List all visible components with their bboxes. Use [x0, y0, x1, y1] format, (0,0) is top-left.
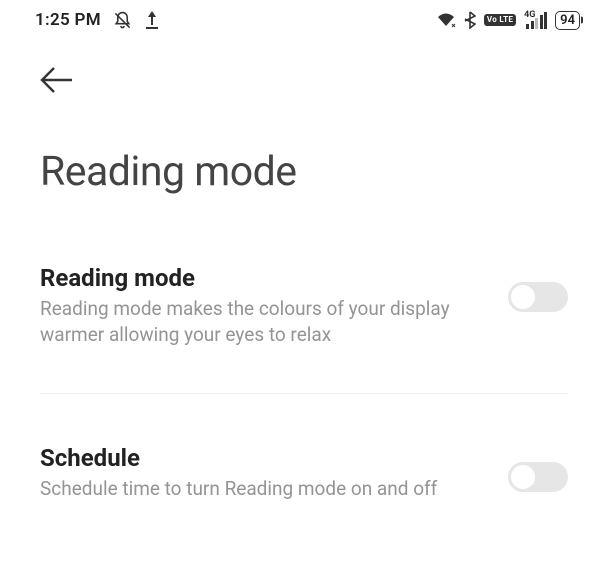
divider	[40, 393, 568, 394]
toggle-knob	[511, 465, 535, 489]
setting-text: Schedule Schedule time to turn Reading m…	[40, 444, 508, 502]
toggle-knob	[511, 285, 535, 309]
network-type: 4G	[524, 10, 535, 20]
battery-level: 94	[560, 13, 575, 28]
setting-text: Reading mode Reading mode makes the colo…	[40, 264, 508, 347]
status-bar: 1:25 PM	[0, 0, 600, 36]
volte-text: Vo LTE	[487, 15, 513, 24]
setting-description: Reading mode makes the colours of your d…	[40, 296, 488, 347]
setting-schedule[interactable]: Schedule Schedule time to turn Reading m…	[0, 444, 600, 502]
bluetooth-icon	[464, 11, 476, 29]
setting-description: Schedule time to turn Reading mode on an…	[40, 476, 488, 502]
setting-title: Schedule	[40, 444, 488, 472]
back-button[interactable]	[40, 66, 80, 106]
signal-indicator: 4G	[524, 11, 547, 29]
reading-mode-toggle[interactable]	[508, 282, 568, 312]
page-title: Reading mode	[40, 148, 600, 196]
setting-title: Reading mode	[40, 264, 488, 292]
arrow-left-icon	[40, 66, 74, 94]
upload-icon	[144, 11, 160, 29]
notifications-off-icon	[113, 11, 132, 30]
settings-list: Reading mode Reading mode makes the colo…	[0, 264, 600, 502]
setting-reading-mode[interactable]: Reading mode Reading mode makes the colo…	[0, 264, 600, 347]
status-right: Vo LTE 4G 94	[436, 11, 580, 30]
status-left: 1:25 PM	[35, 10, 160, 30]
wifi-icon	[436, 12, 456, 28]
schedule-toggle[interactable]	[508, 462, 568, 492]
battery-indicator: 94	[555, 11, 580, 30]
status-time: 1:25 PM	[35, 10, 101, 30]
volte-badge: Vo LTE	[484, 14, 516, 26]
